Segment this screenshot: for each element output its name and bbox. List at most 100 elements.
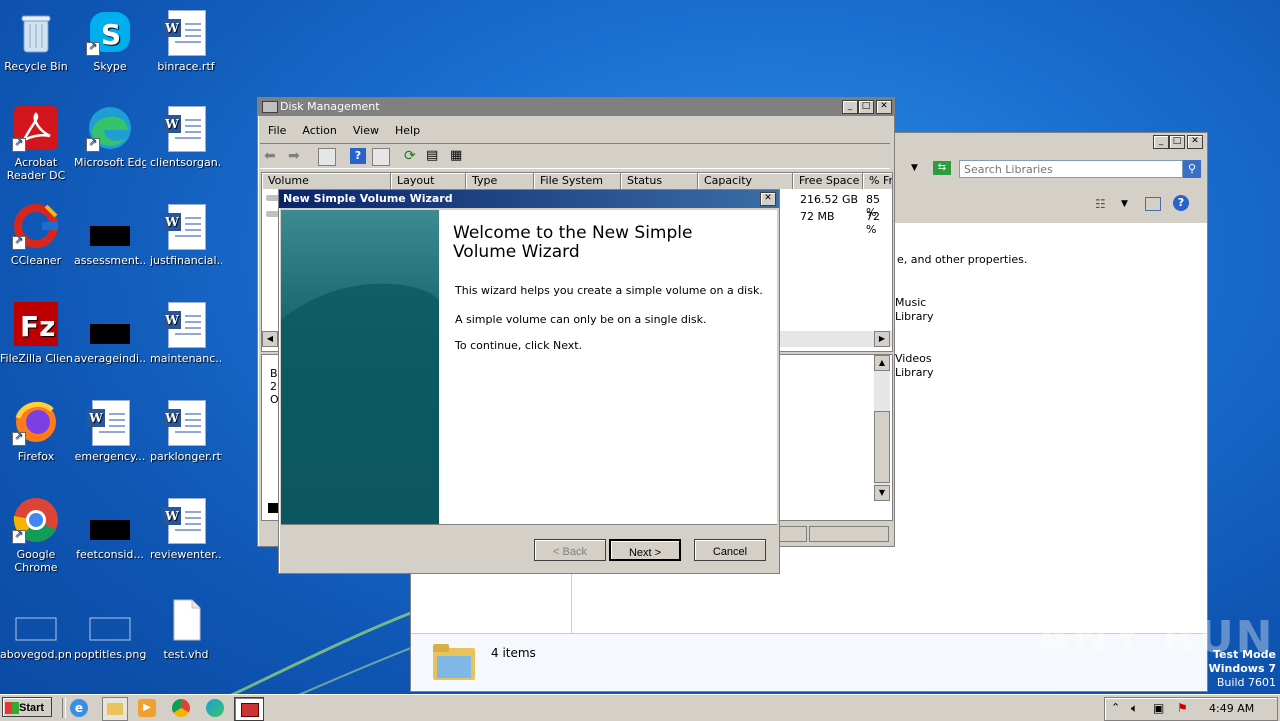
wizard-content: Welcome to the New Simple Volume Wizard T…	[281, 210, 777, 525]
libraries-description: e, and other properties.	[897, 253, 1028, 266]
word-document-icon: W	[163, 498, 206, 544]
scroll-thumb[interactable]	[874, 411, 890, 483]
library-item-videos[interactable]: Videos Library	[895, 352, 933, 380]
vertical-scrollbar[interactable]: ▲ ▼	[874, 355, 890, 501]
taskbar-separator	[62, 698, 66, 718]
minimize-button[interactable]: _	[1153, 135, 1169, 149]
back-button[interactable]: < Back	[534, 539, 606, 561]
windows-logo-icon	[5, 702, 19, 715]
desktop-icon-edge[interactable]: Microsoft Edge	[74, 104, 146, 169]
desktop-icon-chrome[interactable]: Google Chrome	[0, 496, 72, 574]
search-input[interactable]	[959, 160, 1183, 178]
menu-bar: File Action View Help	[260, 122, 428, 140]
desktop-icon-assessment[interactable]: assessment...	[74, 202, 146, 267]
refresh-icon[interactable]: ⟳	[404, 148, 420, 164]
action-center-icon[interactable]: ⚑	[1177, 701, 1188, 715]
desktop-icon-recycle-bin[interactable]: Recycle Bin	[0, 8, 72, 73]
desktop-icon-justfinancial[interactable]: W justfinancial...	[150, 202, 222, 267]
desktop-icon-maintenanc[interactable]: W maintenanc...	[150, 300, 222, 365]
settings-icon[interactable]: ▦	[450, 148, 466, 164]
properties-icon[interactable]	[372, 148, 390, 166]
close-button[interactable]: ✕	[760, 192, 776, 206]
chevron-down-icon[interactable]: ▼	[1121, 199, 1128, 209]
wizard-banner-panel	[281, 210, 439, 524]
start-button[interactable]: Start	[2, 697, 52, 717]
desktop-icon-ccleaner[interactable]: CCleaner	[0, 202, 72, 267]
disk-management-taskbar-button[interactable]	[234, 697, 264, 721]
column-status[interactable]: Status	[621, 173, 698, 189]
toolbar: ⬅ ➡ ? ⟳ ▤ ▦	[260, 143, 890, 169]
column-volume[interactable]: Volume	[262, 173, 391, 189]
desktop-icon-abovegod[interactable]: abovegod.png	[0, 596, 72, 661]
column-capacity[interactable]: Capacity	[698, 173, 793, 189]
scroll-down-icon[interactable]: ▼	[874, 485, 890, 501]
network-icon[interactable]: ▣	[1153, 701, 1164, 715]
show-hide-tree-icon[interactable]	[318, 148, 336, 166]
row-free-space: 72 MB	[800, 210, 835, 223]
dropdown-arrow-icon[interactable]: ▼	[911, 163, 918, 173]
view-options-icon[interactable]: ☷	[1095, 197, 1106, 211]
internet-explorer-icon[interactable]: e	[70, 699, 88, 717]
desktop-icon-emergency[interactable]: W emergency...	[74, 398, 146, 463]
desktop-icon-parklonger[interactable]: W parklonger.rtf	[150, 398, 222, 463]
wizard-continue-text: To continue, click Next.	[455, 339, 583, 352]
help-icon[interactable]: ?	[350, 148, 366, 164]
show-hidden-icons-icon[interactable]: ⌃	[1111, 701, 1120, 714]
folder-icon	[107, 703, 123, 715]
wizard-titlebar: New Simple Volume Wizard	[279, 190, 779, 208]
preview-pane-icon[interactable]	[1145, 197, 1161, 211]
desktop-icon-reviewenter[interactable]: W reviewenter...	[150, 496, 222, 561]
desktop-icon-filezilla[interactable]: Fz FileZilla Client	[0, 300, 72, 365]
menu-file[interactable]: File	[260, 122, 294, 140]
desktop-icon-averageindi[interactable]: averageindi...	[74, 300, 146, 365]
maximize-button[interactable]: □	[858, 100, 874, 114]
column-type[interactable]: Type	[466, 173, 534, 189]
wizard-info-text: A simple volume can only be on a single …	[455, 313, 707, 326]
desktop-icon-acrobat[interactable]: Acrobat Reader DC	[0, 104, 72, 182]
library-item-music[interactable]: Music Library	[895, 296, 933, 324]
column-percent-free[interactable]: % Fr	[863, 173, 893, 189]
svg-text:Fz: Fz	[20, 310, 55, 343]
disk-management-app-icon	[262, 101, 278, 113]
search-icon[interactable]: ⚲	[1183, 160, 1201, 178]
desktop-icon-clientsorgan[interactable]: W clientsorgan...	[150, 104, 222, 169]
rescan-icon[interactable]: ▤	[426, 148, 442, 164]
explorer-taskbar-button[interactable]	[102, 697, 128, 721]
desktop-icon-binrace[interactable]: W binrace.rtf	[150, 8, 222, 73]
back-arrow-icon[interactable]: ⬅	[264, 148, 280, 164]
scroll-right-icon[interactable]: ▶	[874, 331, 890, 347]
forward-arrow-icon[interactable]: ➡	[288, 148, 304, 164]
menu-help[interactable]: Help	[387, 122, 428, 140]
row-free-space: 216.52 GB	[800, 193, 859, 206]
help-icon[interactable]: ?	[1173, 195, 1189, 211]
scroll-left-icon[interactable]: ◀	[262, 331, 278, 347]
close-button[interactable]: ✕	[876, 100, 892, 114]
column-layout[interactable]: Layout	[391, 173, 466, 189]
media-player-icon[interactable]: ▶	[138, 699, 156, 717]
row-percent-free: 72 %	[866, 210, 880, 236]
word-document-icon: W	[87, 400, 130, 446]
column-file-system[interactable]: File System	[534, 173, 621, 189]
cancel-button[interactable]: Cancel	[694, 539, 766, 561]
desktop-icon-feetconsid[interactable]: feetconsid...	[74, 496, 146, 561]
desktop-icon-firefox[interactable]: Firefox	[0, 398, 72, 463]
menu-view[interactable]: View	[345, 122, 387, 140]
menu-action[interactable]: Action	[294, 122, 344, 140]
word-document-icon: W	[163, 302, 206, 348]
chrome-icon[interactable]	[172, 699, 190, 717]
minimize-button[interactable]: _	[842, 100, 858, 114]
volume-icon[interactable]: 🔈︎	[1131, 701, 1138, 716]
close-button[interactable]: ✕	[1187, 135, 1203, 149]
desktop-icon-poptitles[interactable]: poptitles.png	[74, 596, 146, 661]
svg-text:S: S	[101, 18, 121, 51]
desktop-icon-test-vhd[interactable]: test.vhd	[150, 596, 222, 661]
test-mode-notice: Test Mode Windows 7 Build 7601	[1208, 648, 1276, 689]
column-free-space[interactable]: Free Space	[793, 173, 863, 189]
desktop-icon-skype[interactable]: S Skype	[74, 8, 146, 73]
edge-icon[interactable]	[206, 699, 224, 717]
scroll-up-icon[interactable]: ▲	[874, 355, 890, 371]
next-button[interactable]: Next >	[609, 539, 681, 561]
maximize-button[interactable]: □	[1169, 135, 1185, 149]
refresh-icon[interactable]: ⇆	[933, 161, 951, 175]
clock[interactable]: 4:49 AM	[1209, 702, 1254, 715]
